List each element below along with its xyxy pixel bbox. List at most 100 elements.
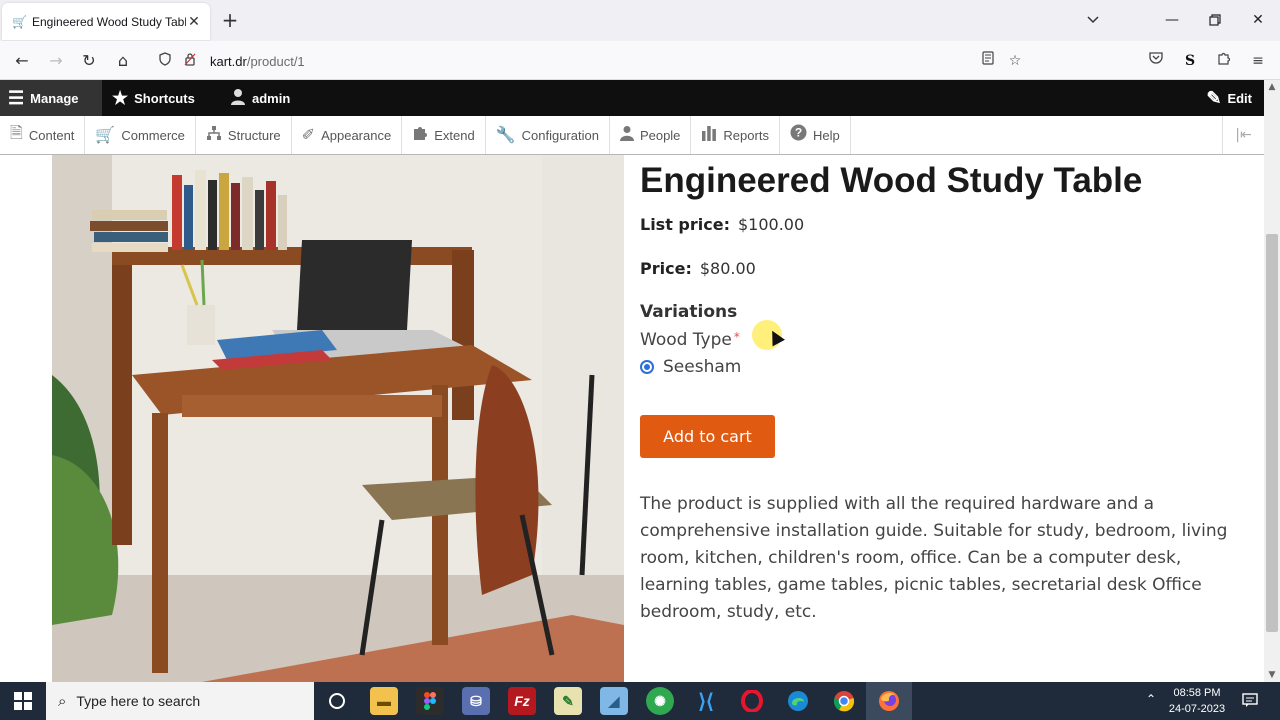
scroll-up-icon[interactable]: ▲ (1264, 82, 1280, 92)
lock-icon[interactable] (179, 52, 201, 70)
wrench-icon: 🔧 (495, 127, 516, 144)
toolbar-user-label: admin (252, 90, 291, 106)
toolbar-shortcuts[interactable]: ★ Shortcuts (104, 80, 205, 116)
figma-icon[interactable] (416, 687, 444, 715)
wood-option-seesham[interactable]: Seesham (640, 357, 741, 377)
puzzle-icon (412, 125, 428, 146)
vscode-icon[interactable]: ⟩⟨ (692, 687, 720, 715)
filezilla-icon[interactable]: Fz (508, 687, 536, 715)
tray-item-label: Reports (723, 127, 769, 143)
tray-item-appearance[interactable]: ✐ Appearance (292, 116, 403, 154)
tray-item-structure[interactable]: Structure (196, 116, 292, 154)
collapse-tray-icon[interactable]: |⇤ (1222, 116, 1264, 154)
product-image (52, 155, 624, 682)
tab-title: Engineered Wood Study Table | (32, 14, 186, 29)
document-icon: 🗎 (10, 124, 23, 142)
minimize-icon[interactable]: — (1160, 10, 1184, 30)
reader-view-icon[interactable] (977, 50, 999, 72)
add-to-cart-button[interactable]: Add to cart (640, 415, 775, 458)
price-value: $80.00 (699, 259, 756, 278)
reload-icon[interactable]: ↻ (78, 50, 100, 72)
required-marker: * (733, 330, 740, 344)
tray-item-commerce[interactable]: 🛒 Commerce (85, 116, 196, 154)
scrollbar-thumb[interactable] (1266, 234, 1278, 632)
chatgpt-icon[interactable]: ✺ (646, 687, 674, 715)
radio-selected-icon[interactable] (640, 360, 654, 374)
file-explorer-icon[interactable]: ▬ (370, 687, 398, 715)
opera-icon[interactable] (738, 687, 766, 715)
brush-icon: ✐ (301, 127, 316, 144)
tray-item-reports[interactable]: Reports (691, 116, 780, 154)
toolbar-manage[interactable]: ☰ Manage (0, 80, 102, 116)
close-window-icon[interactable]: ✕ (1246, 10, 1270, 30)
scroll-down-icon[interactable]: ▼ (1264, 670, 1280, 680)
hamburger-icon: ☰ (8, 88, 25, 108)
chrome-icon[interactable] (830, 687, 858, 715)
wood-option-label[interactable]: Seesham (663, 357, 741, 377)
taskbar-search[interactable]: ⌕ Type here to search (46, 682, 314, 720)
new-tab-button[interactable]: + (220, 10, 240, 30)
user-icon (230, 88, 246, 109)
network-app-icon[interactable]: ⛁ (462, 687, 490, 715)
search-placeholder: Type here to search (76, 693, 201, 709)
notification-center-icon[interactable] (1240, 692, 1260, 720)
clock-time: 08:58 PM (1173, 687, 1221, 699)
tray-item-label: Appearance (321, 127, 392, 143)
cart-favicon-icon: 🛒 (12, 14, 27, 29)
vertical-scrollbar[interactable]: ▲ ▼ (1264, 80, 1280, 682)
notes-app-icon[interactable]: ◢ (600, 687, 628, 715)
tray-item-content[interactable]: 🗎 Content (0, 116, 86, 154)
variations-heading: Variations (640, 302, 738, 322)
person-icon (619, 125, 634, 146)
wood-type-label: Wood Type * (640, 330, 740, 350)
tray-item-label: Content (28, 127, 75, 143)
app-menu-icon[interactable]: ≡ (1247, 50, 1269, 72)
tray-item-extend[interactable]: Extend (402, 116, 486, 154)
tray-item-label: Structure (227, 127, 281, 143)
toolbar-user[interactable]: admin (222, 80, 300, 116)
product-description: The product is supplied with all the req… (640, 494, 1228, 622)
windows-start-icon[interactable] (0, 682, 46, 720)
tray-item-label: Configuration (521, 127, 599, 143)
edge-icon[interactable] (784, 687, 812, 715)
toolbar-edit[interactable]: ✎ Edit (1198, 80, 1262, 116)
search-icon: ⌕ (58, 692, 67, 710)
tray-item-people[interactable]: People (610, 116, 692, 154)
list-price-value: $100.00 (737, 215, 805, 234)
url-path: /product/1 (246, 53, 305, 69)
price-row: Price: $80.00 (640, 259, 756, 278)
clock-date: 24-07-2023 (1168, 703, 1226, 715)
cortana-icon[interactable] (323, 687, 351, 715)
back-icon[interactable]: ← (11, 50, 33, 72)
forward-icon[interactable]: → (45, 50, 67, 72)
shield-icon[interactable] (154, 52, 176, 70)
tray-item-configuration[interactable]: 🔧 Configuration (486, 116, 610, 154)
toolbar-shortcuts-label: Shortcuts (134, 90, 195, 106)
firefox-icon[interactable] (875, 687, 903, 715)
list-all-tabs-icon[interactable] (1086, 12, 1102, 28)
tray-item-label: Help (812, 127, 840, 143)
restore-icon[interactable] (1203, 10, 1227, 30)
main-content: Engineered Wood Study Table List price: $… (0, 155, 1264, 682)
svg-text:?: ? (795, 126, 802, 140)
windows-taskbar: ⌕ Type here to search ▬ ⛁ Fz ✎ ◢ ✺ ⟩⟨ ⌃ … (0, 682, 1280, 720)
browser-nav-bar: ← → ↻ ⌂ kart.dr/product/1 ☆ S ≡ (0, 41, 1280, 80)
tray-item-help[interactable]: ? Help (780, 116, 851, 154)
toolbar-edit-label: Edit (1227, 90, 1252, 106)
browser-tab-active[interactable]: 🛒 Engineered Wood Study Table | ✕ (2, 3, 210, 40)
extensions-puzzle-icon[interactable] (1213, 50, 1235, 72)
address-bar[interactable]: kart.dr/product/1 (146, 45, 1030, 77)
home-icon[interactable]: ⌂ (112, 50, 134, 72)
url-host: kart.dr (210, 53, 247, 69)
notepad-plus-icon[interactable]: ✎ (554, 687, 582, 715)
pocket-icon[interactable] (1145, 50, 1167, 72)
show-hidden-icons-icon[interactable]: ⌃ (1144, 692, 1158, 720)
toolbar-manage-label: Manage (30, 90, 79, 106)
system-clock[interactable]: 08:58 PM 24-07-2023 (1166, 685, 1228, 717)
pencil-icon: ✎ (1206, 88, 1222, 108)
extension-s-icon[interactable]: S (1179, 50, 1201, 72)
bookmark-star-icon[interactable]: ☆ (1004, 50, 1026, 72)
admin-toolbar-tray: 🗎 Content 🛒 Commerce Structure ✐ Appearance… (0, 116, 1264, 155)
close-tab-icon[interactable]: ✕ (186, 14, 202, 30)
admin-toolbar: ☰ Manage ★ Shortcuts admin ✎ Edit (0, 80, 1280, 116)
